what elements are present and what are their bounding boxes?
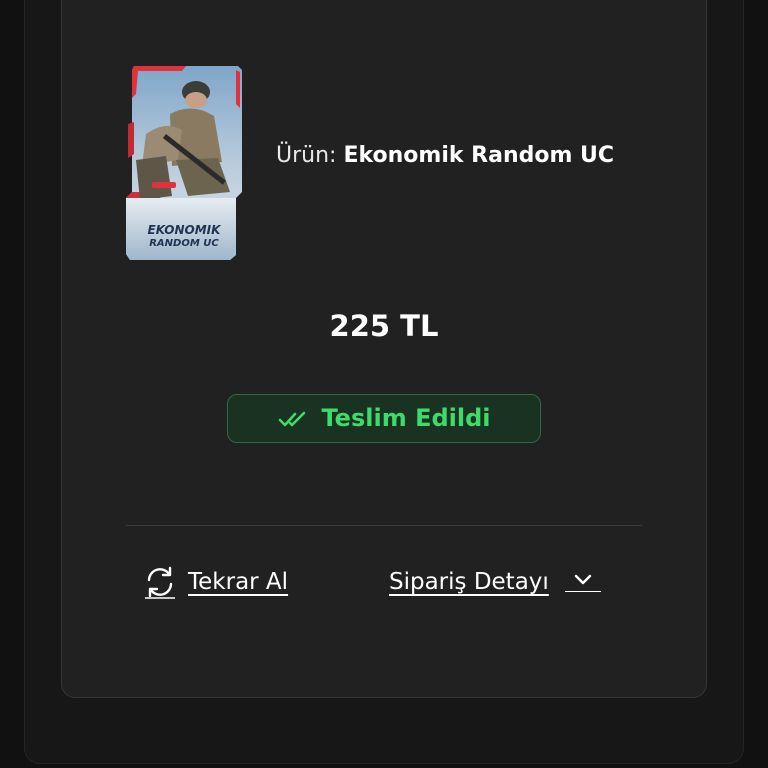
- product-image: EKONOMIK RANDOM UC: [126, 66, 242, 260]
- order-details-label: Sipariş Detayı: [389, 569, 549, 595]
- reorder-label: Tekrar Al: [188, 569, 289, 595]
- chevron-down-icon: [574, 574, 592, 584]
- double-check-icon: [278, 411, 305, 426]
- order-details-toggle[interactable]: Sipariş Detayı: [389, 562, 601, 602]
- status-text: Teslim Edildi: [321, 404, 491, 432]
- product-name: Ekonomik Random UC: [343, 143, 615, 168]
- svg-text:EKONOMIK: EKONOMIK: [148, 223, 223, 237]
- product-label-prefix: Ürün:: [276, 143, 344, 168]
- divider: [126, 525, 642, 526]
- refresh-icon: [145, 566, 175, 599]
- svg-text:RANDOM UC: RANDOM UC: [149, 238, 219, 249]
- order-price: 225 TL: [329, 309, 439, 343]
- status-badge: Teslim Edildi: [227, 394, 541, 443]
- reorder-button[interactable]: Tekrar Al: [142, 562, 288, 602]
- product-name-line: Ürün: Ekonomik Random UC: [276, 140, 626, 172]
